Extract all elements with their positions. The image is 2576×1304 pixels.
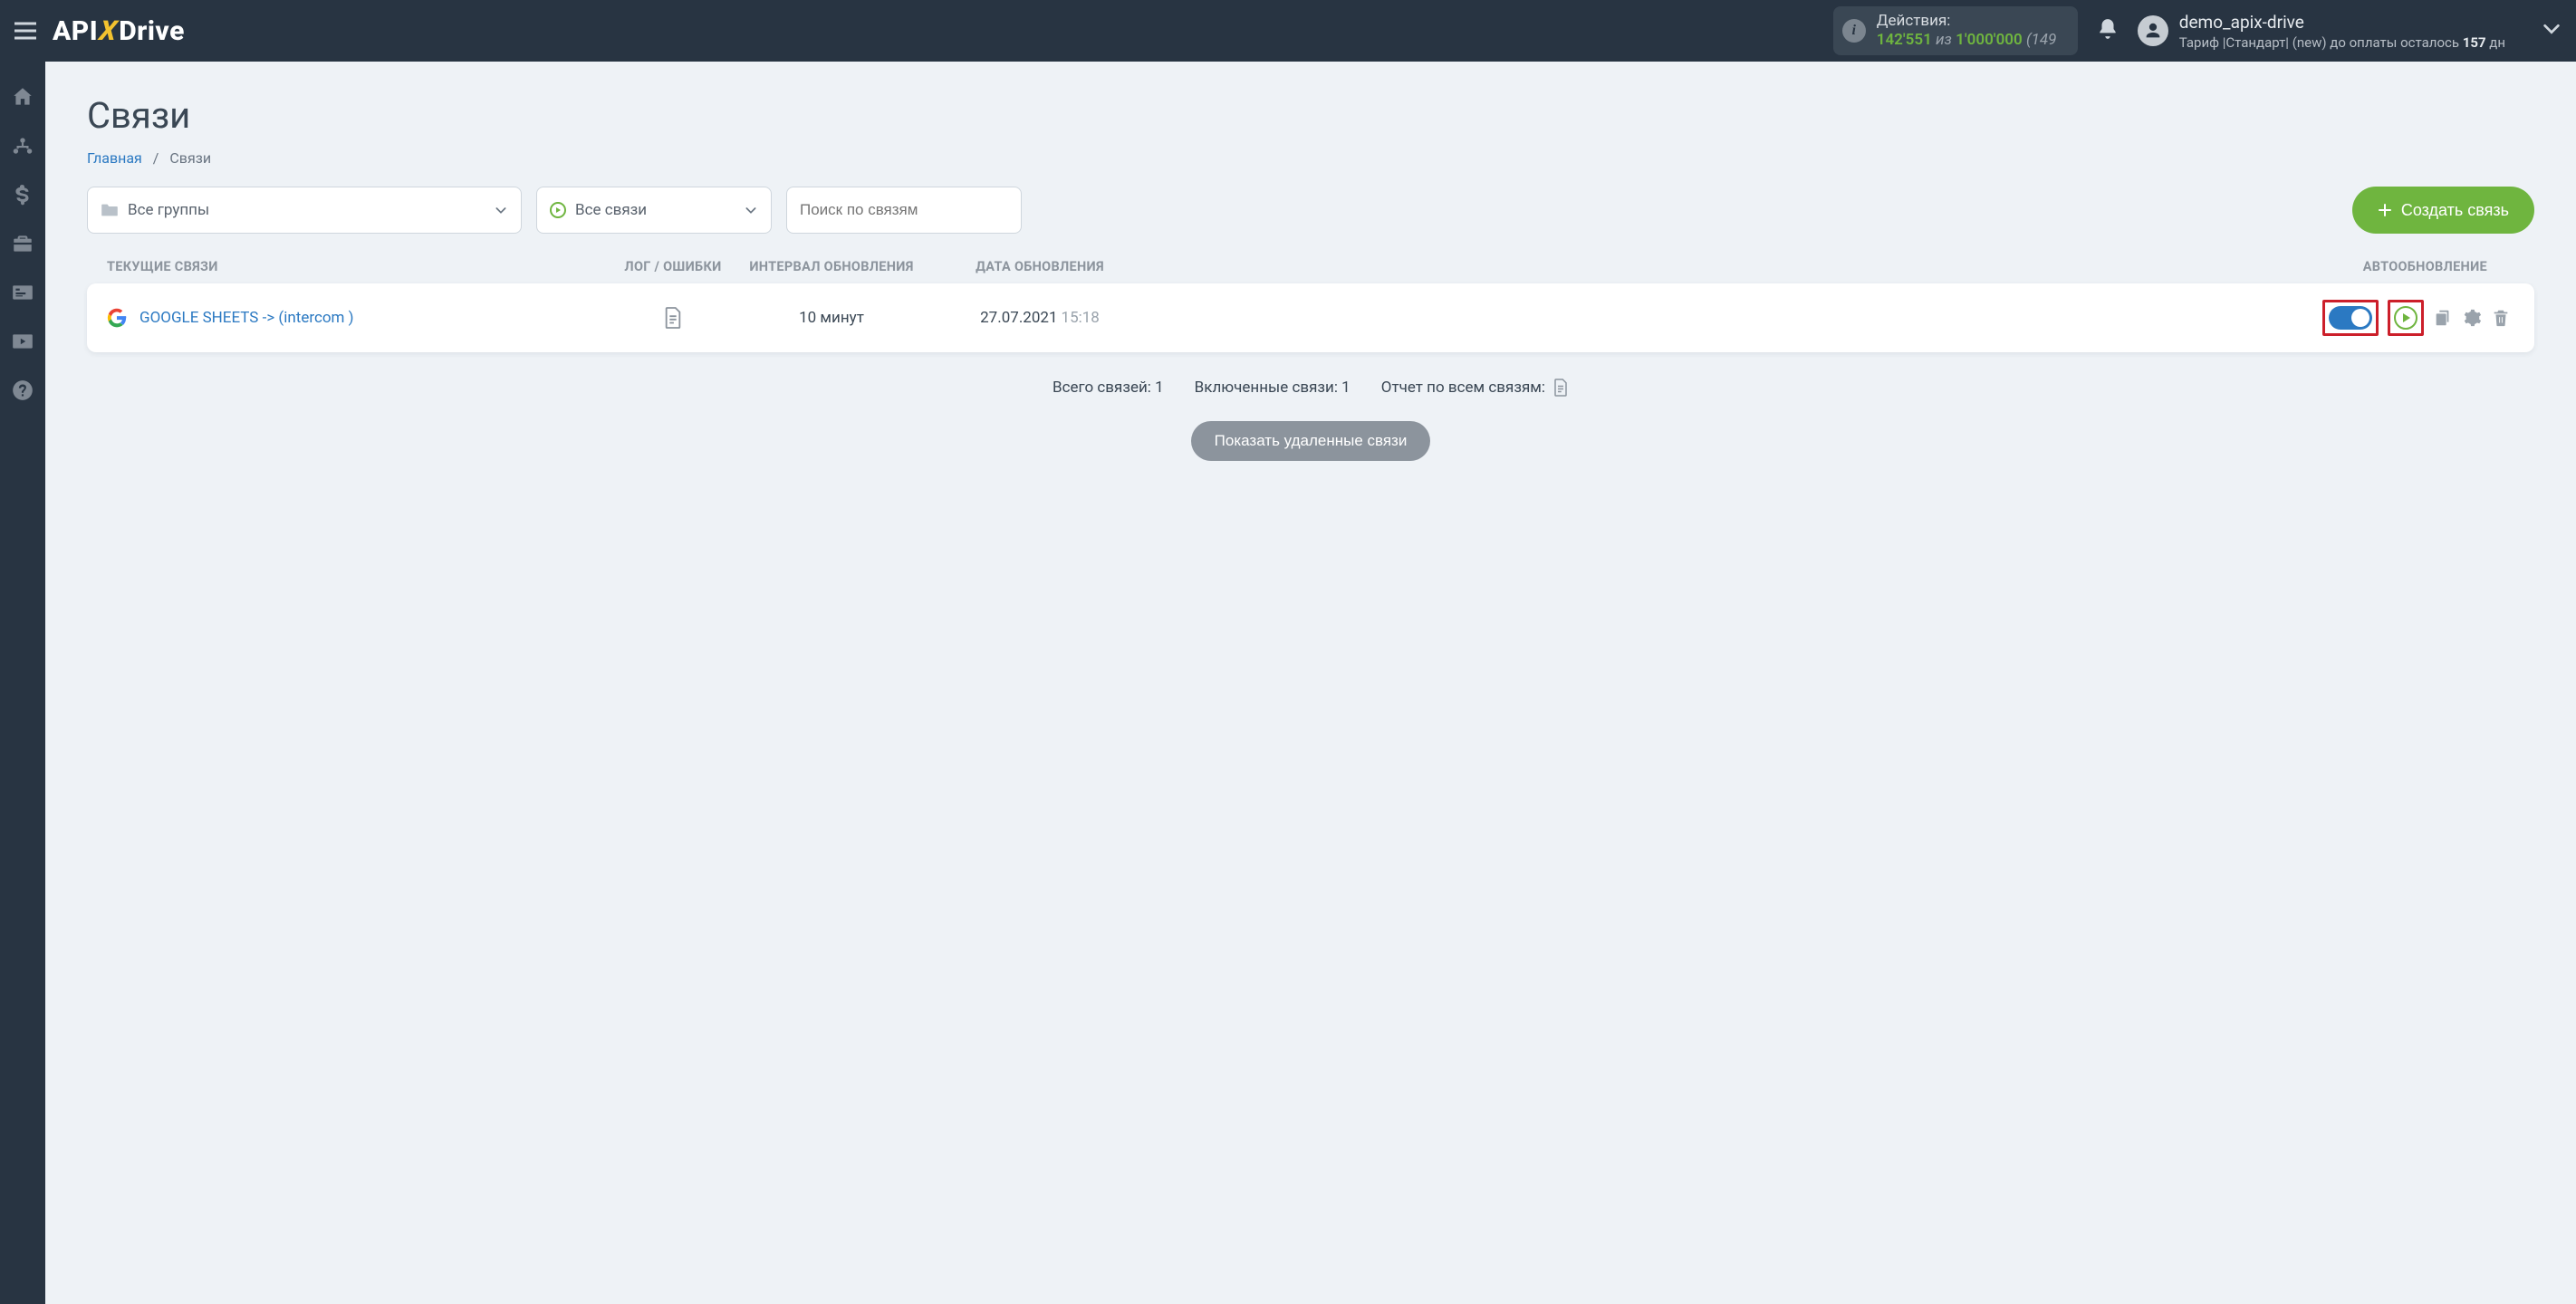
sidebar-item-video[interactable] <box>11 330 34 353</box>
row-date: 27.07.202115:18 <box>931 309 1149 327</box>
sidebar-item-connections[interactable] <box>11 134 34 158</box>
col-log: ЛОГ / ОШИБКИ <box>614 259 732 274</box>
table-header: ТЕКУЩИЕ СВЯЗИ ЛОГ / ОШИБКИ ИНТЕРВАЛ ОБНО… <box>87 250 2534 283</box>
group-select-label: Все группы <box>128 201 209 219</box>
sidebar-item-help[interactable] <box>11 379 34 402</box>
actions-total: 1'000'000 <box>1956 31 2023 49</box>
report-label: Отчет по всем связям: <box>1381 379 1545 397</box>
breadcrumb-sep: / <box>153 149 159 167</box>
breadcrumb: Главная / Связи <box>87 149 2534 167</box>
page-title: Связи <box>87 94 2534 137</box>
enabled-count: Включенные связи: 1 <box>1195 379 1350 397</box>
chevron-down-icon <box>744 203 758 217</box>
actions-tail: (149 <box>2026 31 2056 49</box>
user-block[interactable]: demo_apix-drive Тариф |Стандарт| (new) д… <box>2138 12 2505 51</box>
play-highlight <box>2388 300 2424 336</box>
hamburger-icon[interactable] <box>14 22 36 40</box>
plus-icon <box>2378 203 2392 217</box>
actions-used: 142'551 <box>1877 31 1932 49</box>
file-icon <box>1552 378 1569 398</box>
google-icon <box>107 308 127 328</box>
row-name-text: GOOGLE SHEETS -> (intercom ) <box>139 309 354 327</box>
info-icon: i <box>1842 19 1866 43</box>
bell-icon[interactable] <box>2096 17 2119 44</box>
user-name: demo_apix-drive <box>2179 12 2505 33</box>
filter-select[interactable]: Все связи <box>536 187 772 234</box>
sidebar-item-card[interactable] <box>11 281 34 304</box>
col-date: ДАТА ОБНОВЛЕНИЯ <box>931 259 1149 274</box>
create-connection-label: Создать связь <box>2401 201 2509 220</box>
avatar-icon <box>2138 15 2168 46</box>
total-count: Всего связей: 1 <box>1053 379 1164 397</box>
col-name: ТЕКУЩИЕ СВЯЗИ <box>107 259 614 274</box>
toggle-highlight <box>2322 300 2379 336</box>
log-button[interactable] <box>614 306 732 330</box>
col-interval: ИНТЕРВАЛ ОБНОВЛЕНИЯ <box>732 259 931 274</box>
sidebar-item-briefcase[interactable] <box>11 232 34 255</box>
file-icon <box>663 306 683 330</box>
create-connection-button[interactable]: Создать связь <box>2352 187 2534 234</box>
report-link[interactable]: Отчет по всем связям: <box>1381 378 1569 398</box>
folder-icon <box>101 203 119 217</box>
breadcrumb-home[interactable]: Главная <box>87 149 142 167</box>
chevron-down-icon[interactable] <box>2542 19 2562 43</box>
row-interval: 10 минут <box>732 309 931 327</box>
auto-update-toggle[interactable] <box>2329 306 2372 330</box>
show-deleted-button[interactable]: Показать удаленные связи <box>1191 421 1431 461</box>
col-auto: АВТООБНОВЛЕНИЕ <box>1149 259 2514 274</box>
run-now-button[interactable] <box>2394 306 2417 330</box>
actions-badge[interactable]: i Действия: 142'551 из 1'000'000 (149 <box>1833 6 2078 56</box>
delete-button[interactable] <box>2491 308 2511 328</box>
main-content: Связи Главная / Связи Все группы Все свя… <box>45 62 2576 1304</box>
settings-button[interactable] <box>2462 308 2482 328</box>
footer-stats: Всего связей: 1 Включенные связи: 1 Отче… <box>87 378 2534 398</box>
copy-button[interactable] <box>2433 308 2453 328</box>
table-row: GOOGLE SHEETS -> (intercom ) 10 минут 27… <box>87 283 2534 352</box>
filter-select-label: Все связи <box>575 201 647 219</box>
sidebar-item-billing[interactable] <box>11 183 34 206</box>
actions-of: из <box>1936 31 1952 49</box>
breadcrumb-current: Связи <box>169 149 211 167</box>
play-icon <box>550 202 566 218</box>
sidebar-item-home[interactable] <box>11 85 34 109</box>
search-input[interactable] <box>800 201 1008 219</box>
logo[interactable]: APIXDrive <box>53 15 185 47</box>
actions-label: Действия: <box>1877 12 2057 31</box>
toolbar: Все группы Все связи Создать связь <box>87 187 2534 234</box>
sidebar <box>0 62 45 1304</box>
user-tariff: Тариф |Стандарт| (new) до оплаты осталос… <box>2179 34 2505 51</box>
row-name-link[interactable]: GOOGLE SHEETS -> (intercom ) <box>107 308 614 328</box>
chevron-down-icon <box>494 203 508 217</box>
search-input-wrap <box>786 187 1022 234</box>
group-select[interactable]: Все группы <box>87 187 522 234</box>
header: APIXDrive i Действия: 142'551 из 1'000'0… <box>0 0 2576 62</box>
